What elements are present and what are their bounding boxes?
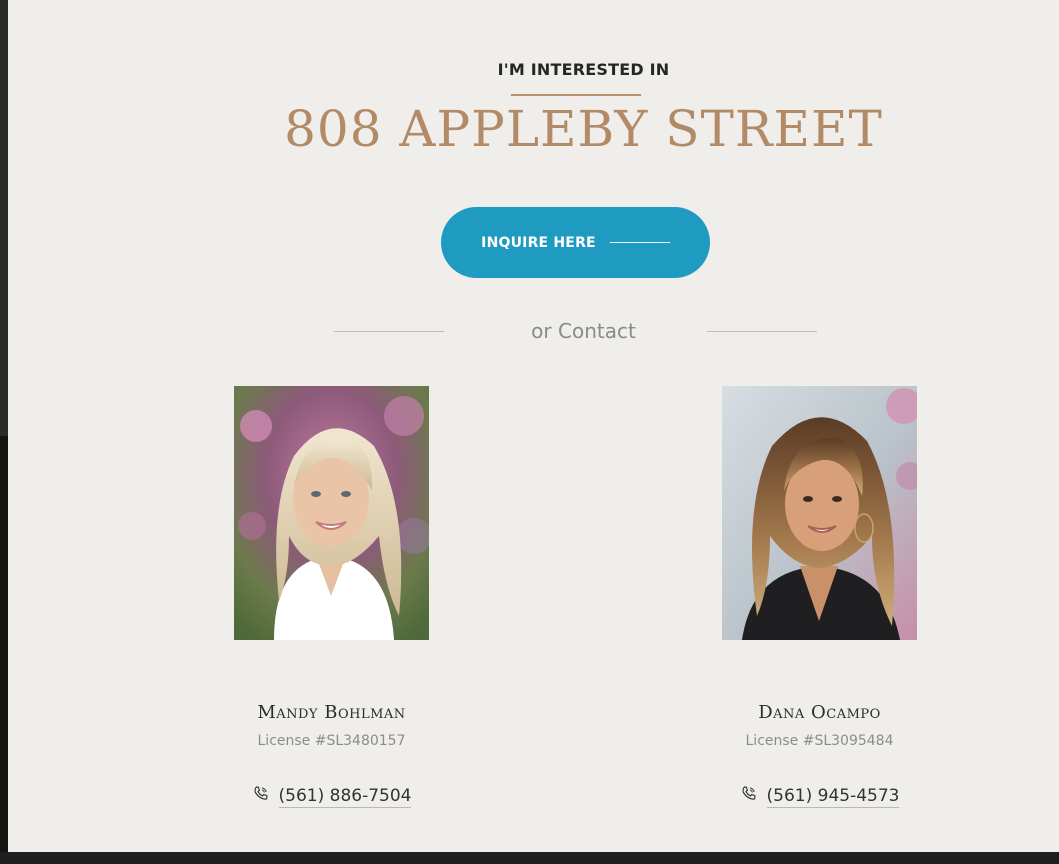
agent-license: License #SL3095484 [745,733,894,749]
eyebrow-underline [511,94,641,96]
property-inquiry-panel: I'M INTERESTED IN 808 APPLEBY STREET INQ… [8,0,1059,852]
agent-phone-link[interactable]: (561) 945-4573 [662,786,977,808]
agent-phone-number: (561) 886-7504 [278,786,412,808]
arrow-line-icon [609,242,670,243]
divider-rule-right [707,331,817,332]
property-address: 808 APPLEBY STREET [284,100,883,158]
phone-icon [254,786,267,800]
agent-phone-link[interactable]: (561) 886-7504 [174,786,489,808]
agent-name: Mandy Bohlman [257,702,406,723]
agent-name: Dana Ocampo [758,702,881,723]
inquire-button[interactable]: INQUIRE HERE [441,207,710,278]
agent-phone-number: (561) 945-4573 [766,786,900,808]
agent-license: License #SL3480157 [257,733,406,749]
agent-photo [234,386,429,640]
phone-icon [742,786,755,800]
eyebrow-heading: I'M INTERESTED IN [497,60,670,79]
inquire-button-label: INQUIRE HERE [481,234,596,251]
or-contact-label: or Contact [531,319,636,343]
background-strip-left [0,436,8,852]
background-strip-bottom [0,852,1059,864]
agent-card: Dana Ocampo License #SL3095484 (561) 945… [722,386,917,808]
agent-photo [722,386,917,640]
agent-card: Mandy Bohlman License #SL3480157 (561) 8… [234,386,429,808]
